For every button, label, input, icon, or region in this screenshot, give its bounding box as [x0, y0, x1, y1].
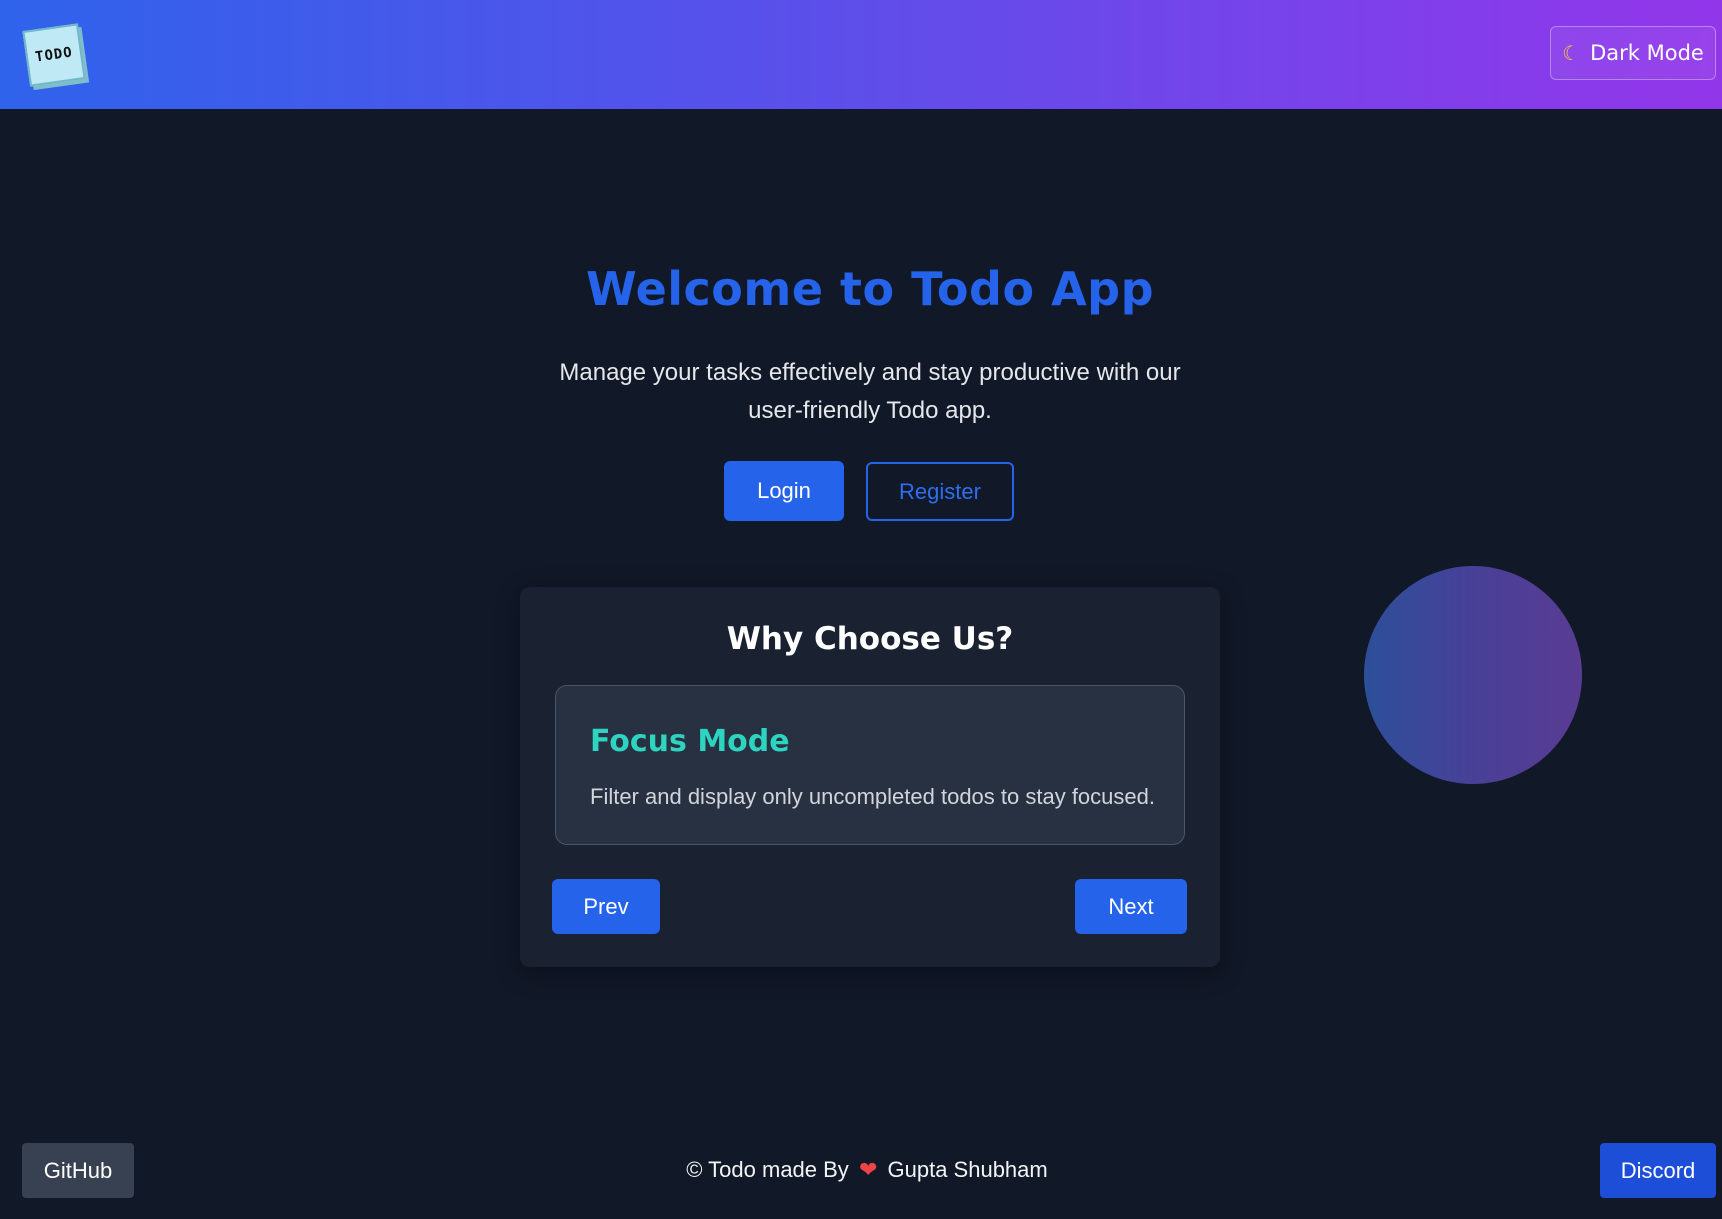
next-button[interactable]: Next [1075, 879, 1187, 934]
page-title: Welcome to Todo App [585, 262, 1155, 316]
why-choose-us-title: Why Choose Us? [726, 621, 1014, 657]
page-subtitle: Manage your tasks effectively and stay p… [559, 359, 1181, 424]
register-button[interactable]: Register [866, 462, 1014, 521]
top-nav-bar: TODO ☾ Dark Mode [0, 0, 1722, 109]
decorative-gradient-circle [1364, 566, 1582, 784]
footer-copyright: © Todo made By [686, 1157, 849, 1182]
feature-title: Focus Mode [590, 724, 790, 759]
why-choose-us-card: Why Choose Us? Focus Mode Filter and dis… [520, 587, 1220, 967]
footer-credit: © Todo made By ❤ Gupta Shubham [0, 1157, 1722, 1183]
discord-button[interactable]: Discord [1600, 1143, 1716, 1198]
dark-mode-toggle-button[interactable]: ☾ Dark Mode [1550, 26, 1716, 80]
footer-author: Gupta Shubham [887, 1157, 1048, 1182]
moon-icon: ☾ [1562, 41, 1581, 65]
prev-button[interactable]: Prev [552, 879, 660, 934]
todo-logo[interactable]: TODO [22, 23, 86, 87]
feature-description: Filter and display only uncompleted todo… [590, 784, 1155, 809]
heart-icon: ❤ [858, 1157, 878, 1182]
login-button[interactable]: Login [724, 461, 844, 521]
logo-text: TODO [34, 44, 74, 66]
dark-mode-label: Dark Mode [1590, 41, 1704, 65]
feature-slide: Focus Mode Filter and display only uncom… [555, 685, 1185, 845]
